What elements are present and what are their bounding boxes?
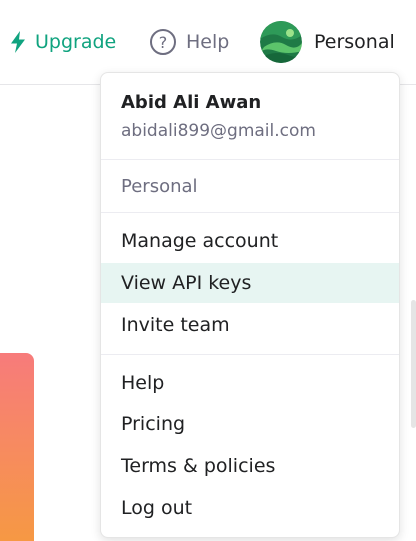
menu-item-label: Terms & policies [121,455,276,477]
upgrade-label: Upgrade [35,31,117,53]
user-email: abidali899@gmail.com [121,121,316,141]
account-dropdown-menu: Abid Ali Awan abidali899@gmail.com Perso… [100,72,400,538]
menu-divider [101,159,399,160]
avatar [260,21,302,63]
menu-item-log-out[interactable]: Log out [101,488,399,528]
menu-item-label: Help [121,372,165,394]
avatar-image [260,21,302,63]
scrollbar[interactable] [411,300,416,428]
menu-item-help[interactable]: Help [101,363,399,403]
account-menu-button[interactable]: Personal [260,21,395,63]
menu-item-label: Pricing [121,413,186,435]
menu-item-label: View API keys [121,272,252,294]
menu-item-manage-account[interactable]: Manage account [101,221,399,261]
menu-divider [101,354,399,355]
lightning-bolt-icon [11,31,25,53]
help-link[interactable]: ? Help [150,24,229,60]
menu-item-label: Invite team [121,314,230,336]
menu-item-invite-team[interactable]: Invite team [101,305,399,345]
organization-label: Personal [121,176,198,197]
menu-divider [101,212,399,213]
user-name: Abid Ali Awan [121,92,262,113]
upgrade-link[interactable]: Upgrade [9,24,116,60]
menu-item-label: Manage account [121,230,279,252]
question-circle-icon: ? [150,29,176,55]
menu-item-terms-policies[interactable]: Terms & policies [101,446,399,486]
account-label: Personal [314,31,395,53]
page: Upgrade ? Help Personal Abid Ali Awan ab… [0,0,416,541]
menu-item-view-api-keys[interactable]: View API keys [101,263,399,303]
user-info: Abid Ali Awan abidali899@gmail.com [121,91,316,143]
gradient-card [0,353,34,541]
menu-item-label: Log out [121,497,193,519]
menu-item-pricing[interactable]: Pricing [101,404,399,444]
help-label: Help [186,31,230,53]
